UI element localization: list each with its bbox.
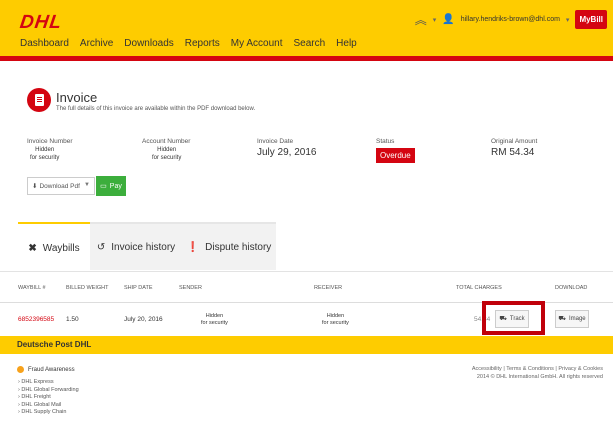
nav-my-account[interactable]: My Account: [231, 38, 283, 49]
track-highlight-box: [482, 301, 545, 335]
image-button[interactable]: ⛟ Image: [555, 310, 589, 328]
fraud-awareness-label: Fraud Awareness: [28, 366, 75, 373]
nav-archive[interactable]: Archive: [80, 38, 113, 49]
download-pdf-select[interactable]: ⬇ Download Pdf ▼: [27, 177, 95, 195]
col-header-total[interactable]: TOTAL CHARGES: [456, 285, 502, 291]
user-menu-chevron-icon[interactable]: ▾: [566, 16, 570, 24]
mybill-badge[interactable]: MyBill: [575, 10, 607, 29]
sender-value: Hidden for security: [201, 313, 228, 326]
tab-invoice-history-label: Invoice history: [111, 241, 176, 253]
nav-reports[interactable]: Reports: [185, 38, 220, 49]
invoice-number-value: Hidden for security: [30, 147, 60, 161]
account-number-value: Hidden for security: [152, 147, 182, 161]
col-header-ship-date[interactable]: SHIP DATE: [124, 285, 153, 291]
col-header-receiver[interactable]: RECEIVER: [314, 285, 342, 291]
waybill-link[interactable]: 6852396585: [18, 316, 54, 323]
nav-search[interactable]: Search: [293, 38, 325, 49]
tab-waybills[interactable]: ✖ Waybills: [18, 222, 90, 272]
chevron-down-icon: ▼: [84, 182, 90, 188]
tab-bar: ✖ Waybills ↺ Invoice history ❗ Dispute h…: [0, 222, 613, 274]
tab-dispute-history[interactable]: ❗ Dispute history: [182, 222, 276, 270]
nav-dashboard[interactable]: Dashboard: [20, 38, 69, 49]
billed-weight: 1.50: [66, 316, 79, 323]
col-header-weight[interactable]: BILLED WEIGHT: [66, 285, 108, 291]
user-icon: 👤: [442, 14, 455, 25]
account-number-label: Account Number: [142, 138, 191, 145]
col-header-waybill[interactable]: WAYBILL #: [18, 285, 46, 291]
footer-link-dhl-global-forwarding[interactable]: › DHL Global Forwarding: [18, 387, 79, 395]
pay-button[interactable]: ▭ Pay: [96, 176, 126, 196]
tab-dispute-history-label: Dispute history: [205, 241, 272, 253]
tab-invoice-history[interactable]: ↺ Invoice history: [90, 222, 182, 270]
chevron-down-icon[interactable]: ▾: [433, 16, 437, 24]
copyright: 2014 © DHL International GmbH. All right…: [476, 373, 603, 380]
download-icon: ⬇: [32, 183, 38, 190]
history-icon: ↺: [96, 241, 106, 253]
nav-help[interactable]: Help: [336, 38, 357, 49]
tabs-divider: [0, 271, 613, 272]
footer-link-dhl-express[interactable]: › DHL Express: [18, 379, 79, 387]
status-label: Status: [376, 138, 395, 145]
card-icon: ▭: [100, 183, 107, 190]
image-icon: ⛟: [558, 316, 566, 322]
invoice-date-label: Invoice Date: [257, 138, 294, 145]
footer-link-dhl-freight[interactable]: › DHL Freight: [18, 394, 79, 402]
user-area: ︽ ▾ 👤 hillary.hendriks-brown@dhl.com ▾ M…: [415, 10, 607, 29]
ship-date: July 20, 2016: [124, 316, 163, 323]
invoice-icon: [27, 88, 51, 112]
tab-waybills-label: Waybills: [42, 242, 80, 254]
alert-icon: ❗: [186, 241, 200, 253]
col-header-download: DOWNLOAD: [555, 285, 588, 291]
fraud-awareness-link[interactable]: Fraud Awareness: [17, 366, 75, 373]
dhl-logo[interactable]: DHL: [18, 12, 64, 34]
status-badge: Overdue: [376, 148, 415, 163]
invoice-number-label: Invoice Number: [27, 138, 73, 145]
invoice-date-value: July 29, 2016: [257, 147, 317, 158]
footer-link-dhl-global-mail[interactable]: › DHL Global Mail: [18, 402, 79, 410]
image-label: Image: [568, 316, 586, 322]
nav-downloads[interactable]: Downloads: [124, 38, 173, 49]
footer-links: › DHL Express › DHL Global Forwarding › …: [18, 379, 79, 417]
original-amount-value: RM 54.34: [491, 147, 535, 158]
pay-label: Pay: [109, 182, 122, 190]
user-email[interactable]: hillary.hendriks-brown@dhl.com: [461, 16, 560, 23]
page-title: Invoice: [56, 90, 98, 105]
original-amount-label: Original Amount: [491, 138, 538, 145]
footer-brand: Deutsche Post DHL: [17, 340, 92, 349]
main-nav: Dashboard Archive Downloads Reports My A…: [20, 38, 368, 49]
top-bar: DHL Dashboard Archive Downloads Reports …: [0, 0, 613, 56]
collapse-chevron-icon[interactable]: ︽: [415, 11, 427, 28]
legal-links[interactable]: Accessibility | Terms & Conditions | Pri…: [472, 366, 603, 374]
warning-icon: [17, 366, 24, 373]
header-divider: [0, 56, 613, 61]
col-header-sender[interactable]: SENDER: [179, 285, 202, 291]
receiver-value: Hidden for security: [322, 313, 349, 326]
footer-link-dhl-supply-chain[interactable]: › DHL Supply Chain: [18, 409, 79, 417]
footer-legal: Accessibility | Terms & Conditions | Pri…: [472, 366, 603, 381]
footer-band: [0, 336, 613, 354]
download-select-label: Download Pdf: [39, 182, 80, 190]
page-subtitle: The full details of this invoice are ava…: [56, 106, 256, 112]
tools-icon: ✖: [28, 242, 37, 254]
